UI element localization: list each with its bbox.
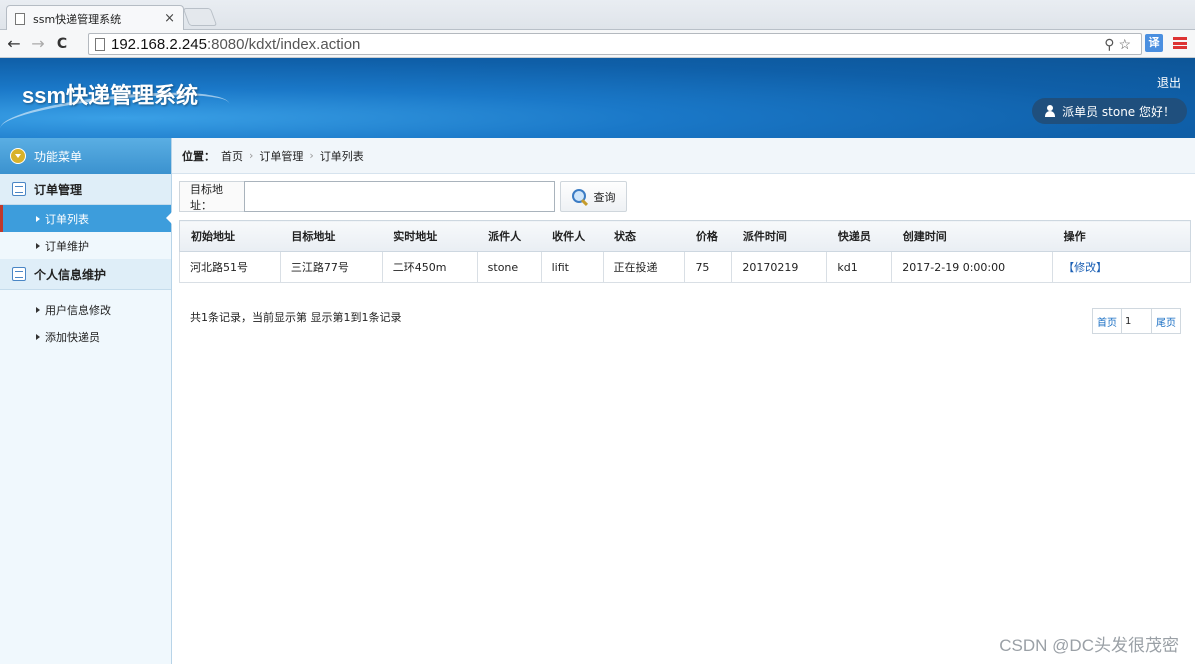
column-header: 收件人	[541, 220, 604, 252]
column-header: 操作	[1052, 220, 1191, 252]
sidebar-item-label: 用户信息修改	[45, 303, 111, 317]
sidebar-group-label: 订单管理	[34, 182, 83, 197]
caret-right-icon	[36, 242, 40, 249]
table-cell: 三江路77号	[279, 251, 383, 283]
url-path: :8080/kdxt/index.action	[206, 35, 361, 53]
url-host: 192.168.2.245	[111, 35, 207, 53]
search-button-label: 查询	[593, 190, 616, 204]
browser-tab[interactable]: ssm快递管理系统 ×	[6, 5, 184, 31]
first-page-button[interactable]: 首页	[1093, 309, 1122, 333]
menu-toggle-icon	[10, 148, 26, 164]
sidebar-item-add-courier[interactable]: 添加快递员	[0, 323, 171, 350]
pagination: 首页 1 尾页	[1092, 308, 1181, 334]
table-cell-action: 【修改】	[1052, 251, 1191, 283]
calendar-icon	[12, 267, 26, 281]
sidebar-menu-header: 功能菜单	[0, 138, 171, 174]
tab-title: ssm快递管理系统	[33, 12, 122, 26]
caret-right-icon	[36, 333, 40, 340]
target-address-label: 目标地址：	[179, 181, 244, 212]
app-title: ssm快递管理系统	[22, 83, 199, 108]
sidebar-item-label: 订单列表	[45, 212, 89, 226]
edit-link[interactable]: 【修改】	[1063, 261, 1107, 274]
breadcrumb-separator: ›	[309, 149, 314, 162]
table-cell: 2017-2-19 0:00:00	[891, 251, 1054, 283]
table-cell: stone	[476, 251, 542, 283]
browser-toolbar: ← → C 192.168.2.245:8080/kdxt/index.acti…	[0, 30, 1195, 58]
column-header: 状态	[603, 220, 685, 252]
bookmark-star-icon[interactable]: ⚲☆	[1104, 36, 1135, 53]
table-cell: lifit	[540, 251, 604, 283]
table-cell: 75	[684, 251, 733, 283]
tab-close-icon[interactable]: ×	[164, 11, 175, 26]
search-bar: 目标地址： 查询	[179, 181, 627, 212]
table-header-row: 初始地址 目标地址 实时地址 派件人 收件人 状态 价格 派件时间 快递员 创建…	[179, 220, 1191, 252]
table-cell: 正在投递	[602, 251, 686, 283]
sidebar-group-personal-info[interactable]: 个人信息维护	[0, 259, 171, 290]
sidebar-item-order-maintenance[interactable]: 订单维护	[0, 232, 171, 259]
column-header: 实时地址	[382, 220, 478, 252]
breadcrumb: 位置： 首页 › 订单管理 › 订单列表	[172, 138, 1195, 174]
column-header: 目标地址	[280, 220, 383, 252]
table-cell: kd1	[826, 251, 893, 283]
reload-icon[interactable]: C	[52, 36, 72, 52]
user-greeting: 派单员 stone 您好！	[1032, 98, 1187, 124]
address-bar[interactable]: 192.168.2.245:8080/kdxt/index.action ⚲☆	[88, 33, 1142, 55]
browser-tabstrip: ssm快递管理系统 ×	[0, 0, 1195, 31]
page-icon	[15, 12, 25, 25]
caret-right-icon	[36, 215, 40, 222]
caret-right-icon	[36, 306, 40, 313]
column-header: 派件人	[477, 220, 542, 252]
page-info-icon[interactable]	[95, 37, 105, 51]
table-cell: 二环450m	[381, 251, 478, 283]
browser-menu-icon[interactable]	[1173, 37, 1187, 49]
sidebar: 功能菜单 订单管理 订单列表 订单维护 个人信息维护 用户信息修改 添加快递员	[0, 138, 172, 664]
new-tab-button[interactable]	[182, 8, 218, 26]
translate-icon[interactable]: 译	[1145, 34, 1163, 52]
last-page-button[interactable]: 尾页	[1151, 309, 1180, 333]
search-button[interactable]: 查询	[560, 181, 627, 212]
back-icon[interactable]: ←	[4, 34, 24, 53]
breadcrumb-home[interactable]: 首页	[221, 148, 243, 164]
breadcrumb-separator: ›	[249, 149, 254, 162]
sidebar-item-label: 订单维护	[45, 239, 89, 253]
forward-icon[interactable]: →	[28, 34, 48, 53]
list-icon	[12, 182, 26, 196]
column-header: 快递员	[826, 220, 892, 252]
column-header: 初始地址	[179, 220, 281, 252]
sidebar-item-label: 添加快递员	[45, 330, 100, 344]
column-header: 创建时间	[891, 220, 1053, 252]
table-cell: 20170219	[731, 251, 828, 283]
target-address-input[interactable]	[244, 181, 555, 212]
sidebar-group-order-management[interactable]: 订单管理	[0, 174, 171, 205]
order-table: 初始地址 目标地址 实时地址 派件人 收件人 状态 价格 派件时间 快递员 创建…	[179, 220, 1191, 283]
logout-link[interactable]: 退出	[1157, 74, 1181, 91]
app-header: ssm快递管理系统 退出 派单员 stone 您好！	[0, 58, 1195, 138]
breadcrumb-label: 位置：	[182, 149, 215, 163]
column-header: 派件时间	[731, 220, 827, 252]
page-number-input[interactable]: 1	[1122, 309, 1151, 333]
breadcrumb-order-management[interactable]: 订单管理	[259, 148, 303, 164]
sidebar-menu-title: 功能菜单	[34, 149, 83, 164]
sidebar-item-order-list[interactable]: 订单列表	[0, 205, 172, 232]
watermark: CSDN @DC头发很茂密	[999, 636, 1179, 655]
pagination-info: 共1条记录，当前显示第 显示第1到1条记录	[190, 311, 402, 324]
search-icon	[571, 188, 588, 205]
column-header: 价格	[684, 220, 732, 252]
user-greeting-text: 派单员 stone 您好！	[1062, 104, 1175, 119]
sidebar-item-edit-user-info[interactable]: 用户信息修改	[0, 296, 171, 323]
table-cell: 河北路51号	[179, 251, 281, 283]
main-content: 位置： 首页 › 订单管理 › 订单列表 目标地址： 查询 初始地址 目标地址 …	[172, 138, 1195, 664]
breadcrumb-order-list: 订单列表	[319, 149, 364, 163]
table-row: 河北路51号 三江路77号 二环450m stone lifit 正在投递 75…	[179, 251, 1191, 283]
sidebar-group-label: 个人信息维护	[34, 267, 107, 282]
user-icon	[1044, 105, 1056, 117]
